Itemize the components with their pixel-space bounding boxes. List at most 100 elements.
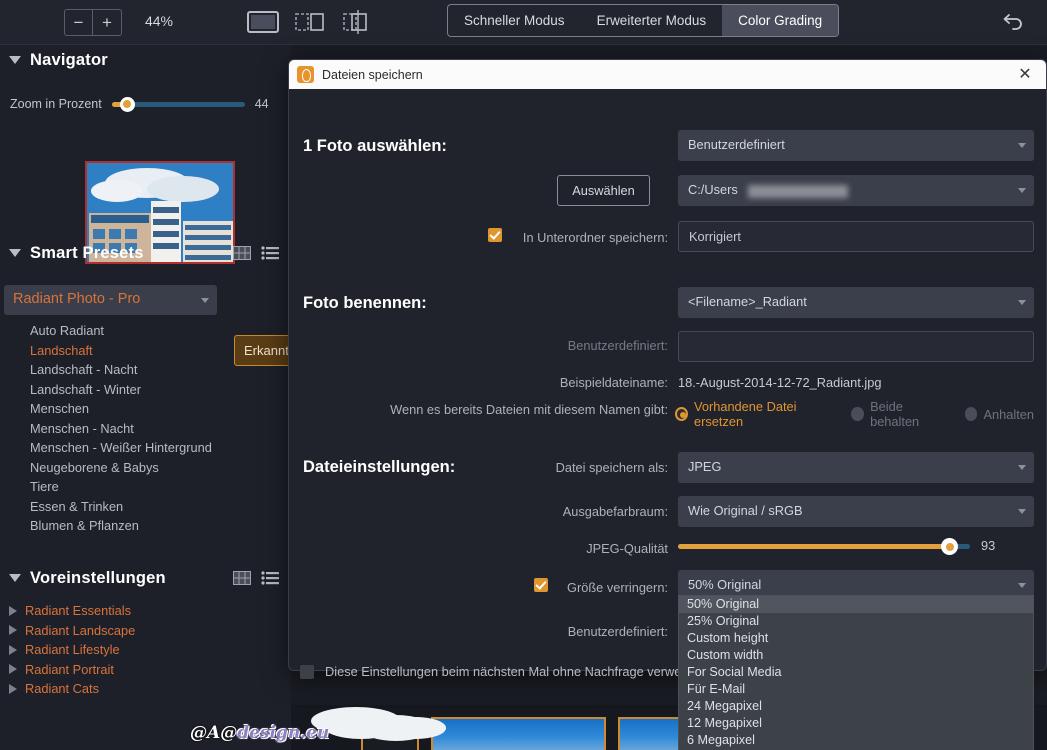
chevron-down-icon [1018,300,1026,305]
quality-slider-handle[interactable] [941,538,959,555]
tab-erweiterter-modus[interactable]: Erweiterter Modus [581,5,723,36]
list-item[interactable]: Radiant Portrait [0,660,291,680]
dropdown-option[interactable]: Custom width [679,647,1033,664]
list-item-label: Radiant Cats [25,681,99,697]
zoom-out-button[interactable]: − [64,9,93,36]
subfolder-value: Korrigiert [689,229,741,244]
list-item[interactable]: Tiere [0,479,291,499]
chevron-down-icon [1018,188,1026,193]
path-select[interactable]: C:/Users [678,175,1034,206]
sample-filename-label: Beispieldateiname: [559,375,668,390]
radio-stop[interactable] [964,407,978,421]
list-view-icon[interactable] [261,246,279,260]
panel-title: Navigator [30,50,108,69]
redacted-path [748,185,848,198]
resize-checkbox[interactable] [534,578,548,592]
chevron-right-icon[interactable] [9,664,17,675]
browse-button[interactable]: Auswählen [557,175,650,206]
quality-label: JPEG-Qualität [586,541,668,556]
radio-replace[interactable] [675,407,688,421]
list-item-label: Radiant Landscape [25,622,136,638]
preset-pack-value: Radiant Photo - Pro [13,291,141,307]
list-view-icon[interactable] [261,571,279,585]
list-item[interactable]: Radiant Landscape [0,621,291,641]
dropdown-option[interactable]: Custom height [679,630,1033,647]
dropdown-option[interactable]: 50% Original [679,596,1033,613]
crop-view-icon[interactable] [338,8,374,36]
chevron-down-icon[interactable] [9,249,21,257]
panel-title: Voreinstellungen [30,568,166,587]
dropdown-option[interactable]: 25% Original [679,613,1033,630]
colorspace-value: Wie Original / sRGB [688,503,803,518]
dropdown-option[interactable]: For Social Media [679,664,1033,681]
destination-mode-select[interactable]: Benutzerdefiniert [678,130,1034,161]
app-window: − + 44% Schneller Modus Erweiterter Modu… [0,0,1047,750]
dropdown-option[interactable]: Für E-Mail [679,681,1033,698]
chevron-down-icon[interactable] [9,56,21,64]
grid-view-icon[interactable] [233,246,251,260]
zoom-in-button[interactable]: + [93,9,122,36]
list-item[interactable]: Radiant Essentials [0,601,291,621]
dialog-title-bar: Dateien speichern ✕ [289,60,1046,89]
list-item[interactable]: Menschen - Nacht [0,421,291,441]
list-item[interactable]: Blumen & Pflanzen [0,518,291,538]
list-item-label: Radiant Portrait [25,661,114,677]
section-heading-naming: Foto benennen: [303,294,427,312]
tab-color-grading[interactable]: Color Grading [722,5,839,36]
subfolder-input[interactable]: Korrigiert [678,221,1034,252]
navigator-header[interactable]: Navigator [0,45,291,75]
resize-dropdown-list: 50% Original 25% Original Custom height Cus… [678,595,1034,750]
format-select[interactable]: JPEG [678,452,1034,483]
list-item[interactable]: Menschen - Weißer Hintergrund [0,440,291,460]
list-item[interactable]: Menschen [0,401,291,421]
undo-icon[interactable] [998,8,1026,36]
list-item[interactable]: Radiant Cats [0,679,291,699]
path-value: C:/Users [688,182,738,197]
chevron-right-icon[interactable] [9,683,17,694]
quality-value: 93 [981,538,996,553]
resize-value: 50% Original [688,577,762,592]
dropdown-option[interactable]: 24 Megapixel [679,698,1033,715]
smart-presets-panel: Smart Presets Radiant Photo - Pro Auto R… [0,238,291,548]
naming-pattern-select[interactable]: <Filename>_Radiant [678,287,1034,318]
quality-slider[interactable] [678,538,970,555]
list-item[interactable]: Neugeborene & Babys [0,460,291,480]
chevron-right-icon[interactable] [9,644,17,655]
dropdown-option[interactable]: 6 Megapixel [679,732,1033,749]
single-view-icon[interactable] [245,8,281,36]
chevron-down-icon [1018,143,1026,148]
list-item[interactable]: Essen & Trinken [0,499,291,519]
zoom-slider[interactable] [111,96,245,112]
list-item[interactable]: Landschaft - Winter [0,382,291,402]
chevron-down-icon[interactable] [9,574,21,582]
remember-settings-checkbox[interactable] [300,664,314,679]
radio-stop-label[interactable]: Anhalten [983,407,1034,422]
list-item[interactable]: Radiant Lifestyle [0,640,291,660]
close-icon[interactable]: ✕ [1012,63,1038,87]
radio-keep-both[interactable] [851,407,865,421]
colorspace-select[interactable]: Wie Original / sRGB [678,496,1034,527]
list-item[interactable] [321,709,606,750]
radio-keep-both-label[interactable]: Beide behalten [870,399,947,429]
grid-view-icon[interactable] [233,571,251,585]
voreinstellungen-header[interactable]: Voreinstellungen [0,563,291,593]
voreinstellungen-list: Radiant Essentials Radiant Landscape Radia… [0,601,291,699]
zoom-slider-handle[interactable] [119,96,135,112]
subfolder-checkbox[interactable] [488,228,502,242]
smart-presets-header[interactable]: Smart Presets [0,238,291,268]
tab-schneller-modus[interactable]: Schneller Modus [448,5,581,36]
radio-replace-label[interactable]: Vorhandene Datei ersetzen [694,399,833,429]
custom-name-input[interactable] [678,331,1034,362]
format-label: Datei speichern als: [555,460,668,475]
preset-pack-select[interactable]: Radiant Photo - Pro [4,285,217,315]
dropdown-option[interactable]: 12 Megapixel [679,715,1033,732]
conflict-radio-group: Vorhandene Datei ersetzen Beide behalten… [675,399,1046,429]
custom-name-label: Benutzerdefiniert: [567,338,668,353]
chevron-right-icon[interactable] [9,625,17,636]
split-view-icon[interactable] [292,8,328,36]
format-value: JPEG [688,459,722,474]
chevron-right-icon[interactable] [9,605,17,616]
resize-custom-label: Benutzerdefiniert: [567,624,668,639]
save-files-dialog: Dateien speichern ✕ 1 Foto auswählen: Be… [288,59,1047,750]
zoom-slider-label: Zoom in Prozent [10,97,102,111]
